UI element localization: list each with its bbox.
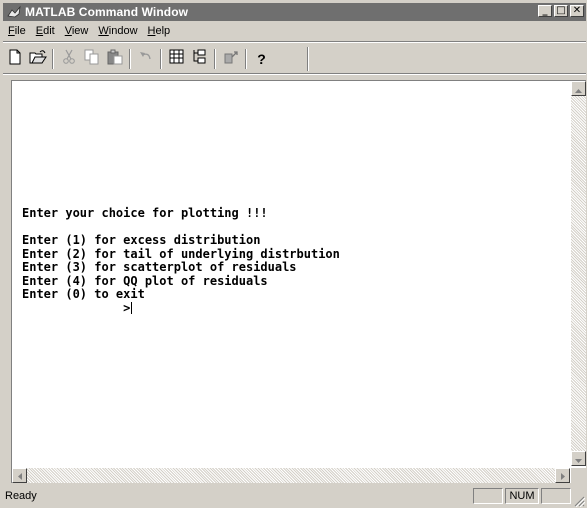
resize-grip-icon[interactable] bbox=[573, 494, 586, 508]
matlab-window: MATLAB Command Window _ □ ✕ File Edit Vi… bbox=[0, 0, 587, 508]
open-file-icon bbox=[29, 49, 47, 70]
simulink-button[interactable] bbox=[219, 48, 242, 70]
paste-icon bbox=[107, 49, 123, 70]
menu-file[interactable]: File bbox=[3, 25, 31, 37]
console-line: Enter (2) for tail of underlying distrbu… bbox=[22, 246, 340, 261]
path-browser-button[interactable] bbox=[188, 48, 211, 70]
vertical-scrollbar[interactable] bbox=[571, 81, 586, 466]
workspace-browser-icon bbox=[169, 49, 184, 69]
toolbar-separator bbox=[160, 49, 162, 69]
text-cursor bbox=[131, 301, 133, 314]
close-button[interactable]: ✕ bbox=[570, 5, 584, 17]
console-line: Enter (4) for QQ plot of residuals bbox=[22, 273, 268, 288]
minimize-button[interactable]: _ bbox=[538, 5, 552, 17]
scroll-right-button[interactable] bbox=[555, 468, 570, 483]
toolbar-end-separator bbox=[307, 47, 309, 71]
matlab-logo-icon bbox=[6, 4, 22, 20]
window-controls: _ □ ✕ bbox=[538, 5, 584, 17]
title-bar[interactable]: MATLAB Command Window _ □ ✕ bbox=[3, 3, 586, 21]
toolbar-separator bbox=[214, 49, 216, 69]
arrow-right-icon bbox=[560, 467, 565, 485]
console-line: Enter your choice for plotting !!! bbox=[22, 206, 268, 220]
command-prompt[interactable]: > bbox=[22, 301, 130, 315]
console-output: Enter your choice for plotting !!! Enter… bbox=[22, 206, 340, 315]
scrollbar-corner bbox=[571, 468, 586, 483]
workspace-browser-button[interactable] bbox=[165, 48, 188, 70]
new-file-button[interactable] bbox=[3, 48, 26, 70]
undo-button[interactable] bbox=[134, 48, 157, 70]
toolbar-separator bbox=[129, 49, 131, 69]
menu-help[interactable]: Help bbox=[143, 25, 176, 37]
undo-icon bbox=[138, 50, 154, 69]
status-panel-empty bbox=[541, 488, 571, 504]
scroll-up-button[interactable] bbox=[571, 81, 586, 96]
open-file-button[interactable] bbox=[26, 48, 49, 70]
toolbar-divider-top bbox=[3, 41, 586, 43]
help-icon: ? bbox=[257, 51, 266, 67]
toolbar-separator bbox=[245, 49, 247, 69]
simulink-icon bbox=[223, 49, 239, 70]
console-line: Enter (1) for excess distribution bbox=[22, 233, 261, 247]
menu-window[interactable]: Window bbox=[93, 25, 142, 37]
arrow-up-icon bbox=[575, 80, 582, 98]
window-title: MATLAB Command Window bbox=[25, 5, 189, 19]
cut-icon bbox=[62, 49, 76, 70]
status-bar: Ready NUM bbox=[3, 486, 586, 508]
command-window[interactable]: Enter your choice for plotting !!! Enter… bbox=[11, 80, 586, 483]
copy-button[interactable] bbox=[80, 48, 103, 70]
menu-view[interactable]: View bbox=[60, 25, 94, 37]
paste-button[interactable] bbox=[103, 48, 126, 70]
console-line: Enter (3) for scatterplot of residuals bbox=[22, 260, 297, 274]
new-file-icon bbox=[8, 49, 22, 70]
scroll-left-button[interactable] bbox=[12, 468, 27, 483]
toolbar-separator bbox=[52, 49, 54, 69]
scroll-down-button[interactable] bbox=[571, 451, 586, 466]
console-line: Enter (0) to exit bbox=[22, 287, 145, 301]
maximize-button[interactable]: □ bbox=[554, 5, 568, 17]
toolbar: ? bbox=[3, 45, 273, 73]
arrow-down-icon bbox=[575, 450, 582, 468]
cut-button[interactable] bbox=[57, 48, 80, 70]
help-button[interactable]: ? bbox=[250, 48, 273, 70]
horizontal-scrollbar[interactable] bbox=[12, 468, 570, 483]
status-panel-empty bbox=[473, 488, 503, 504]
copy-icon bbox=[84, 49, 100, 70]
arrow-left-icon bbox=[17, 467, 22, 485]
menu-edit[interactable]: Edit bbox=[31, 25, 60, 37]
toolbar-divider-bottom bbox=[3, 73, 586, 75]
num-lock-indicator: NUM bbox=[505, 488, 539, 504]
menu-bar: File Edit View Window Help bbox=[3, 22, 175, 40]
path-browser-icon bbox=[192, 49, 207, 69]
status-text: Ready bbox=[5, 490, 37, 502]
